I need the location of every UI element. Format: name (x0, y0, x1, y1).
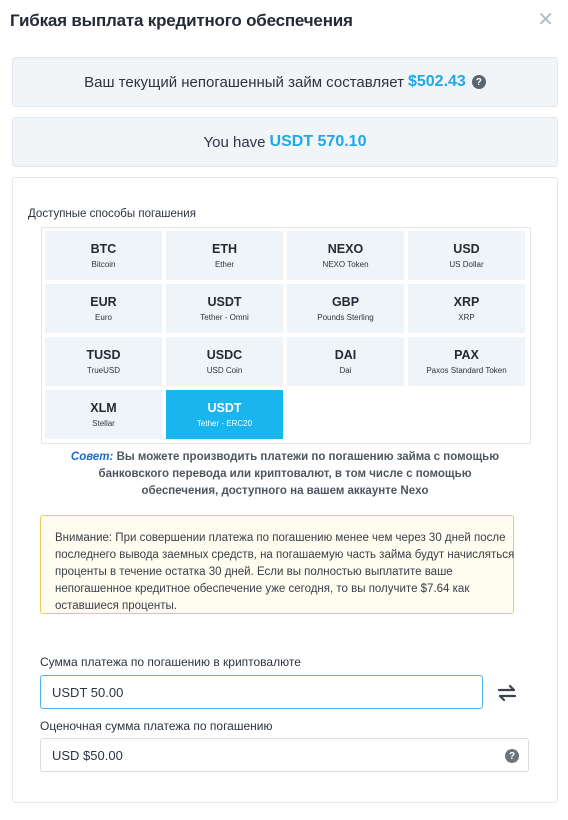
method-option-usd[interactable]: USD US Dollar (408, 231, 525, 280)
wallet-balance-amount: USDT 570.10 (269, 133, 367, 150)
method-code: DAI (334, 347, 357, 362)
methods-grid: BTC Bitcoin ETH Ether NEXO NEXO Token USD US Do… (41, 227, 531, 444)
tip-text: Совет: Вы можете производить платежи по … (60, 449, 510, 500)
crypto-amount-value: USDT 50.00 (52, 684, 124, 700)
method-option-usdt[interactable]: USDT Tether - Omni (166, 284, 283, 333)
method-code: USDT (207, 294, 242, 309)
method-name: XRP (458, 312, 475, 322)
method-option-tusd[interactable]: TUSD TrueUSD (45, 337, 162, 386)
method-code: USD (453, 241, 480, 256)
method-name: Ether (214, 259, 235, 269)
method-code: GBP (331, 294, 360, 309)
method-code: USDC (206, 347, 243, 362)
method-code: NEXO (327, 241, 364, 256)
method-name: Bitcoin (91, 259, 116, 269)
method-name: TrueUSD (86, 365, 121, 375)
method-code: XLM (90, 400, 117, 415)
help-icon[interactable]: ? (505, 749, 519, 763)
method-option-nexo[interactable]: NEXO NEXO Token (287, 231, 404, 280)
method-option-btc[interactable]: BTC Bitcoin (45, 231, 162, 280)
method-name: NEXO Token (322, 259, 369, 269)
method-name: Dai (339, 365, 352, 375)
method-code: PAX (454, 347, 479, 362)
method-name: US Dollar (449, 259, 484, 269)
method-option-usdt[interactable]: USDT Tether - ERC20 (166, 390, 283, 439)
method-option-pax[interactable]: PAX Paxos Standard Token (408, 337, 525, 386)
tip-body: Вы можете производить платежи по погашен… (98, 451, 500, 497)
wallet-balance-text: You have (203, 133, 266, 151)
method-option-eur[interactable]: EUR Euro (45, 284, 162, 333)
warning-box: Внимание: При совершении платежа по пога… (40, 515, 514, 614)
method-code: EUR (90, 294, 117, 309)
method-option-dai[interactable]: DAI Dai (287, 337, 404, 386)
help-icon[interactable]: ? (471, 75, 486, 89)
method-name: Euro (95, 312, 112, 322)
method-name: Paxos Standard Token (426, 365, 507, 375)
modal-header: Гибкая выплата кредитного обеспечения ✕ (10, 10, 558, 34)
crypto-amount-input[interactable]: USDT 50.00 (40, 675, 483, 709)
estimated-amount-value: USD $50.00 (52, 747, 123, 763)
tip-label: Совет: (70, 451, 114, 463)
estimated-amount-label: Оценочная сумма платежа по погашению (40, 719, 273, 733)
method-code: USDT (207, 400, 242, 415)
loan-balance-bar: Ваш текущий непогашенный займ составляет… (12, 57, 558, 107)
swap-arrows-icon[interactable] (496, 682, 518, 704)
method-name: Tether - ERC20 (196, 418, 253, 428)
method-name: Stellar (92, 418, 115, 428)
crypto-amount-label: Сумма платежа по погашению в криптовалют… (40, 655, 301, 669)
method-option-usdc[interactable]: USDC USD Coin (166, 337, 283, 386)
method-option-gbp[interactable]: GBP Pounds Sterling (287, 284, 404, 333)
method-name: USD Coin (206, 365, 243, 375)
wallet-balance-bar: You have USDT 570.10 (12, 117, 558, 167)
methods-label: Доступные способы погашения (28, 208, 196, 220)
method-code: XRP (453, 294, 480, 309)
method-name: Tether - Omni (200, 312, 249, 322)
method-code: TUSD (86, 347, 121, 362)
close-icon[interactable]: ✕ (537, 10, 554, 30)
loan-balance-amount: $502.43 (407, 73, 466, 90)
warning-text: Внимание: При совершении платежа по пога… (55, 532, 515, 612)
method-code: ETH (212, 241, 237, 256)
estimated-amount-input[interactable]: USD $50.00 ? (40, 738, 529, 772)
method-code: BTC (90, 241, 117, 256)
method-option-xlm[interactable]: XLM Stellar (45, 390, 162, 439)
method-option-eth[interactable]: ETH Ether (166, 231, 283, 280)
method-name: Pounds Sterling (317, 312, 374, 322)
loan-balance-text: Ваш текущий непогашенный займ составляет (84, 73, 404, 91)
method-option-xrp[interactable]: XRP XRP (408, 284, 525, 333)
modal-title: Гибкая выплата кредитного обеспечения (10, 11, 353, 30)
